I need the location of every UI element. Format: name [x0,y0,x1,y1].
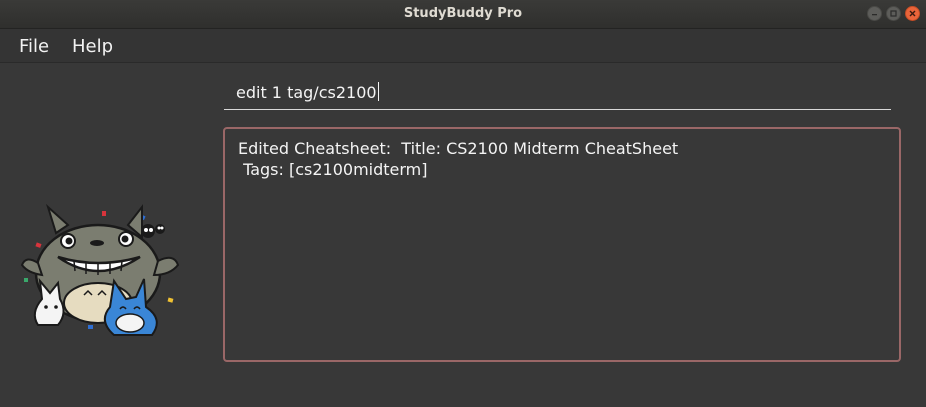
maximize-button[interactable] [886,6,901,21]
command-input-text: edit 1 tag/cs2100 [236,83,377,102]
minimize-button[interactable] [867,6,882,21]
menu-bar: File Help [0,29,926,63]
totoro-mascot-image [20,203,180,336]
maximize-icon [890,10,897,17]
window-title: StudyBuddy Pro [403,6,523,21]
menu-help[interactable]: Help [72,36,113,57]
command-input[interactable]: edit 1 tag/cs2100 [236,82,379,102]
minimize-icon [872,14,877,16]
result-line: Tags: [cs2100midterm] [238,160,428,179]
left-panel [0,63,211,407]
result-text: Edited Cheatsheet: Title: CS2100 Midterm… [238,138,678,180]
result-display[interactable]: Edited Cheatsheet: Title: CS2100 Midterm… [223,127,901,362]
result-line: Edited Cheatsheet: Title: CS2100 Midterm… [238,139,679,158]
text-caret [377,82,379,101]
command-box[interactable]: edit 1 tag/cs2100 [224,78,891,110]
menu-file[interactable]: File [19,36,49,57]
title-bar: StudyBuddy Pro [0,0,926,29]
app-window: StudyBuddy Pro File Help edit 1 tag/cs21… [0,0,926,407]
close-button[interactable] [905,6,920,21]
close-icon [909,10,916,17]
